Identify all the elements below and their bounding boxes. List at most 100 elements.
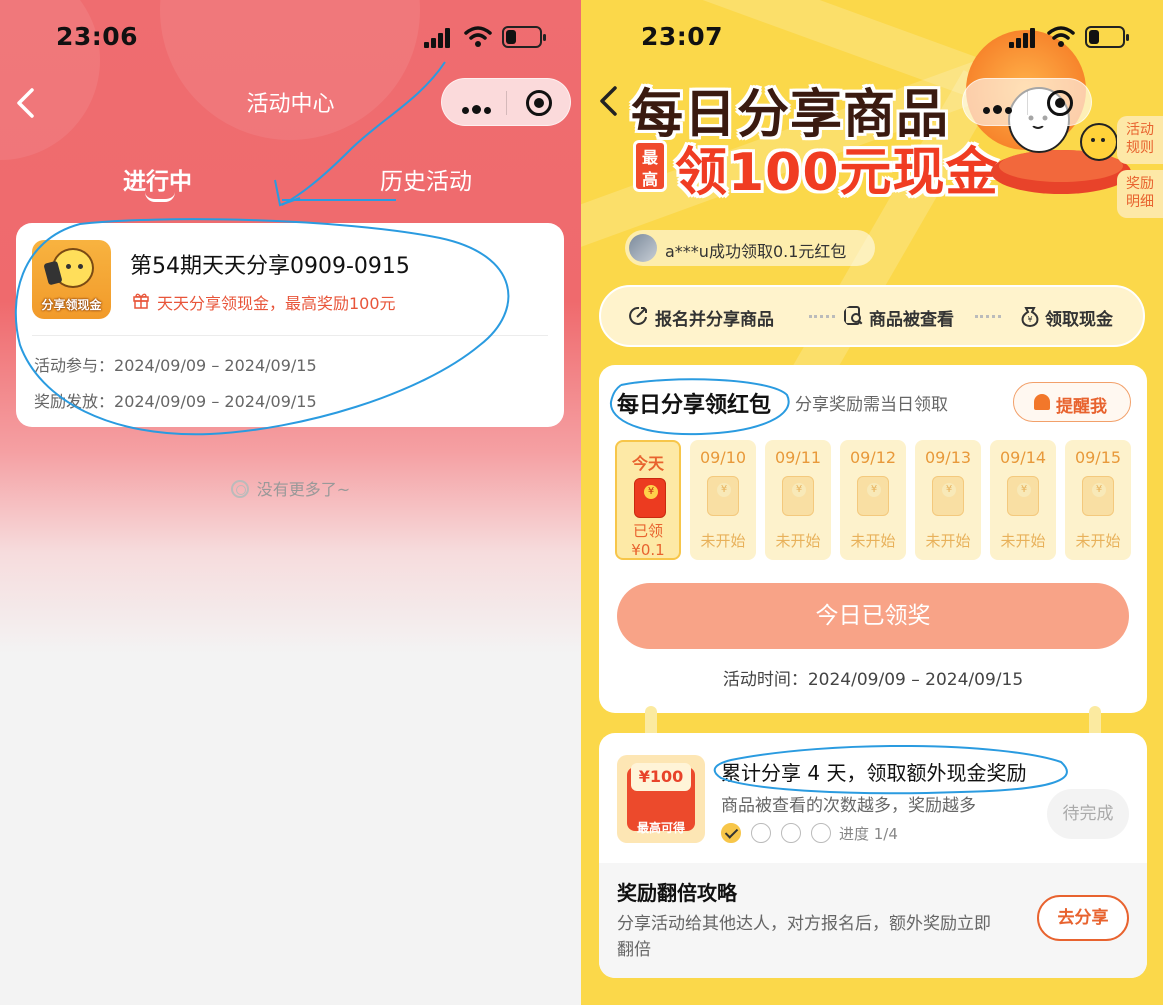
participate-row: 活动参与：2024/09/09 – 2024/09/15 (34, 352, 317, 376)
day-status: 未开始 (700, 532, 746, 550)
reward-dates: 2024/09/09 – 2024/09/15 (114, 392, 317, 411)
activity-time: 活动时间：2024/09/09 – 2024/09/15 (722, 670, 1024, 690)
active-tab-indicator (145, 192, 175, 202)
right-screen: 23:07 每日分享商品 最高 领100元现金 活动规则 奖励明细 a***u成… (581, 0, 1163, 1005)
back-icon[interactable] (595, 84, 623, 118)
day-status: 未开始 (925, 532, 971, 550)
gift-icon (133, 293, 149, 309)
daily-subtitle: 分享奖励需当日领取 (795, 395, 948, 415)
daily-title: 每日分享领红包 (617, 393, 772, 418)
cumulative-subtitle: 商品被查看的次数越多，奖励越多 (721, 796, 976, 816)
day-date: 09/15 (1074, 448, 1122, 467)
pending-button[interactable]: 待完成 (1047, 789, 1129, 839)
bell-icon (1034, 394, 1050, 410)
activity-subtitle: 天天分享领现金，最高奖励100元 (157, 294, 396, 313)
red-envelope-icon (857, 476, 889, 516)
cumulative-reward-card: ¥100 最高可得 累计分享 4 天，领取额外现金奖励 商品被查看的次数越多，奖… (599, 733, 1147, 978)
day-date: 09/12 (849, 448, 897, 467)
red-envelope-icon (634, 478, 666, 518)
day-status: 未开始 (775, 532, 821, 550)
status-time: 23:06 (56, 22, 139, 51)
end-icon (230, 480, 249, 498)
rules-tag[interactable]: 活动规则 (1117, 116, 1163, 164)
signal-icon (1009, 28, 1037, 48)
more-icon[interactable] (462, 99, 494, 118)
remind-me-button[interactable]: 提醒我 (1013, 382, 1131, 422)
day-date: 今天 (631, 454, 664, 473)
day-status: 未开始 (1075, 532, 1121, 550)
daily-reward-card: 每日分享领红包 分享奖励需当日领取 提醒我 今天 已领 ¥0.1 09/10 未… (599, 365, 1147, 713)
day-status: 未开始 (850, 532, 896, 550)
mini-program-capsule (962, 78, 1092, 126)
step-2: 商品被查看 (869, 310, 954, 330)
envelope-amount: ¥100 (631, 763, 691, 791)
day-date: 09/11 (774, 448, 822, 467)
envelope-caption: 最高可得 (636, 821, 685, 835)
reward-label: 奖励发放： (34, 392, 115, 411)
day-cell: 09/10 未开始 (690, 440, 756, 560)
day-status: 未开始 (1000, 532, 1046, 550)
progress-check (811, 823, 831, 843)
day-date: 09/13 (924, 448, 972, 467)
day-cell: 09/15 未开始 (1065, 440, 1131, 560)
progress-text: 进度 1/4 (839, 825, 898, 843)
banner-badge: 最高 (633, 140, 667, 192)
step-arrow (809, 315, 835, 319)
red-envelope-icon (932, 476, 964, 516)
reward-envelope: ¥100 最高可得 (617, 755, 705, 843)
close-mini-program-icon[interactable] (526, 90, 552, 116)
participate-dates: 2024/09/09 – 2024/09/15 (114, 356, 317, 375)
tab-ongoing[interactable]: 进行中 (123, 162, 192, 196)
status-bar: 23:07 (581, 18, 1163, 58)
activity-card[interactable]: 分享领现金 第54期天天分享0909-0915 天天分享领现金，最高奖励100元… (16, 223, 564, 427)
left-screen: 23:06 活动中心 进行中 历史活动 分享领现金 第54期天天分享0909-0… (0, 0, 581, 1005)
steps-bar: 报名并分享商品 商品被查看 ¥ 领取现金 (599, 285, 1145, 347)
remind-label: 提醒我 (1056, 397, 1107, 417)
rules-tag-label: 活动规则 (1126, 122, 1154, 156)
banner-badge-text: 最高 (641, 148, 658, 189)
toast-text: a***u成功领取0.1元红包 (665, 242, 847, 261)
nav-bar: 活动中心 (0, 78, 581, 128)
no-more-text: 没有更多了~ (0, 476, 581, 500)
step-arrow (975, 315, 1001, 319)
reward-row: 奖励发放：2024/09/09 – 2024/09/15 (34, 388, 317, 412)
day-cell: 09/11 未开始 (765, 440, 831, 560)
tab-history[interactable]: 历史活动 (380, 162, 472, 196)
banner-subheadline: 领100元现金 (675, 143, 999, 203)
day-cell: 09/13 未开始 (915, 440, 981, 560)
day-date: 09/14 (999, 448, 1047, 467)
progress-check-done (721, 823, 741, 843)
wifi-icon (464, 26, 492, 47)
tab-bar: 进行中 历史活动 (0, 160, 581, 210)
wifi-icon (1047, 26, 1075, 47)
status-bar: 23:06 (0, 18, 581, 58)
strategy-desc: 分享活动给其他达人，对方报名后，额外奖励立即翻倍 (617, 914, 991, 960)
red-envelope-icon (782, 476, 814, 516)
close-mini-program-icon[interactable] (1047, 90, 1073, 116)
reward-detail-tag-label: 奖励明细 (1126, 176, 1154, 210)
claimed-today-button[interactable]: 今日已领奖 (617, 583, 1129, 649)
participate-label: 活动参与： (34, 356, 115, 375)
day-cell: 09/12 未开始 (840, 440, 906, 560)
svg-text:¥: ¥ (1027, 315, 1032, 324)
progress-check (751, 823, 771, 843)
activity-title: 第54期天天分享0909-0915 (130, 254, 410, 279)
reward-detail-tag[interactable]: 奖励明细 (1117, 170, 1163, 218)
go-share-button[interactable]: 去分享 (1037, 895, 1129, 941)
divider (32, 335, 548, 336)
double-reward-section: 奖励翻倍攻略 分享活动给其他达人，对方报名后，额外奖励立即翻倍 去分享 (599, 863, 1147, 978)
status-time: 23:07 (641, 22, 724, 51)
money-bag-icon: ¥ (1021, 307, 1039, 327)
share-icon (629, 306, 647, 325)
recent-claim-toast: a***u成功领取0.1元红包 (625, 230, 875, 266)
day-date: 09/10 (699, 448, 747, 467)
red-envelope-icon (1007, 476, 1039, 516)
view-icon (844, 306, 864, 326)
step-1: 报名并分享商品 (655, 310, 774, 330)
red-envelope-icon (707, 476, 739, 516)
battery-icon (1085, 26, 1129, 48)
more-icon[interactable] (983, 99, 1015, 118)
step-3: 领取现金 (1045, 310, 1113, 330)
battery-icon (502, 26, 546, 48)
activity-logo: 分享领现金 (32, 240, 111, 319)
